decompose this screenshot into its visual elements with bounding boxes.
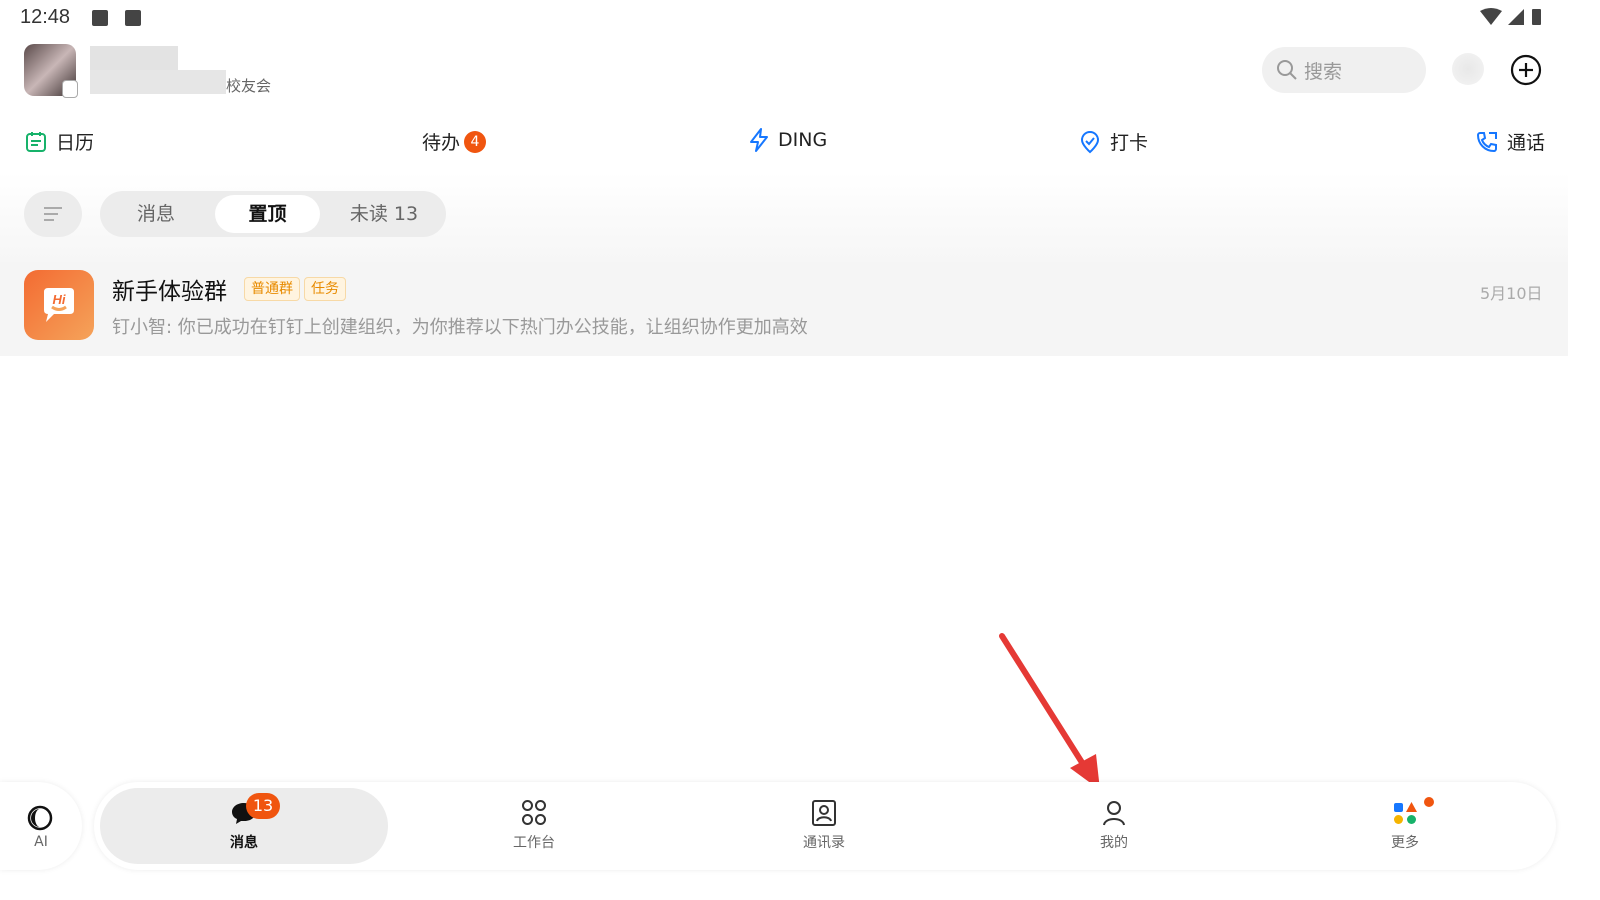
add-button[interactable] xyxy=(1510,54,1542,86)
chat-tag-task: 任务 xyxy=(304,277,346,301)
signal-icon xyxy=(1508,9,1524,25)
device-badge-icon xyxy=(62,80,78,98)
hi-chat-icon: Hi xyxy=(44,288,74,322)
chat-title: 新手体验群 xyxy=(112,279,227,305)
contacts-icon xyxy=(812,800,836,826)
phone-icon xyxy=(1476,131,1497,152)
lightning-icon xyxy=(750,128,768,152)
search-icon xyxy=(1277,60,1297,80)
nav-workbench[interactable]: 工作台 xyxy=(474,800,594,852)
ai-tab[interactable]: AI xyxy=(0,782,82,870)
wifi-icon xyxy=(1480,8,1502,25)
ai-icon xyxy=(27,805,53,831)
person-icon xyxy=(1103,801,1125,826)
todo-label: 待办 xyxy=(422,132,461,154)
call-label: 通话 xyxy=(1507,132,1546,154)
segmented-tabs: 消息 置顶 未读 13 xyxy=(100,191,446,237)
location-check-icon xyxy=(1080,130,1100,153)
nav-messages-label: 消息 xyxy=(230,835,258,851)
chat-date: 5月10日 xyxy=(1480,284,1543,303)
search-input[interactable]: 搜索 xyxy=(1262,47,1426,93)
font-icon xyxy=(125,10,141,26)
search-placeholder: 搜索 xyxy=(1304,60,1343,83)
nav-contacts[interactable]: 通讯录 xyxy=(764,800,884,852)
nav-contacts-label: 通讯录 xyxy=(803,835,845,851)
tab-pinned[interactable]: 置顶 xyxy=(215,195,320,233)
checkin-label: 打卡 xyxy=(1110,132,1149,154)
org-name-suffix: 校友会 xyxy=(226,77,272,95)
org-name-redacted xyxy=(90,70,226,94)
ai-label: AI xyxy=(34,834,48,850)
filter-lines-icon xyxy=(44,207,62,221)
todo-count-badge: 4 xyxy=(464,130,487,153)
filter-button[interactable] xyxy=(24,191,82,237)
chat-list-item[interactable] xyxy=(0,262,1568,356)
chat-tag-group: 普通群 xyxy=(244,277,300,301)
nav-workbench-label: 工作台 xyxy=(513,835,555,851)
gallery-icon xyxy=(92,10,108,26)
nav-more-label: 更多 xyxy=(1391,835,1419,851)
ding-label: DING xyxy=(778,129,828,151)
calendar-label: 日历 xyxy=(56,132,95,154)
chat-preview: 钉小智: 你已成功在钉钉上创建组织，为你推荐以下热门办公技能，让组织协作更加高效 xyxy=(112,317,808,338)
checkin-button[interactable]: 打卡 xyxy=(1078,128,1148,155)
avatar-text: Hi xyxy=(53,292,66,307)
assistant-avatar-icon[interactable] xyxy=(1452,53,1484,85)
apps-icon xyxy=(1394,802,1417,824)
status-time: 12:48 xyxy=(20,6,71,28)
nav-mine[interactable]: 我的 xyxy=(1054,800,1174,852)
chat-avatar: Hi xyxy=(24,270,94,340)
user-name-redacted xyxy=(90,46,178,70)
nav-messages[interactable]: 消息 xyxy=(184,800,304,852)
todo-button[interactable]: 待办 4 xyxy=(422,128,487,155)
tab-messages[interactable]: 消息 xyxy=(106,195,206,233)
messages-unread-badge: 13 xyxy=(246,793,280,819)
call-button[interactable]: 通话 xyxy=(1475,128,1545,155)
grid-icon xyxy=(522,800,546,825)
calendar-button[interactable]: 日历 xyxy=(24,128,94,155)
ding-button[interactable]: DING xyxy=(748,128,827,152)
tab-unread[interactable]: 未读 13 xyxy=(328,195,440,233)
more-notification-dot xyxy=(1424,797,1434,807)
status-icons xyxy=(1480,8,1541,25)
nav-more[interactable]: 更多 xyxy=(1345,800,1465,852)
battery-icon xyxy=(1532,9,1541,25)
nav-mine-label: 我的 xyxy=(1100,835,1128,851)
calendar-icon xyxy=(26,131,46,152)
annotation-arrow xyxy=(999,633,1100,790)
